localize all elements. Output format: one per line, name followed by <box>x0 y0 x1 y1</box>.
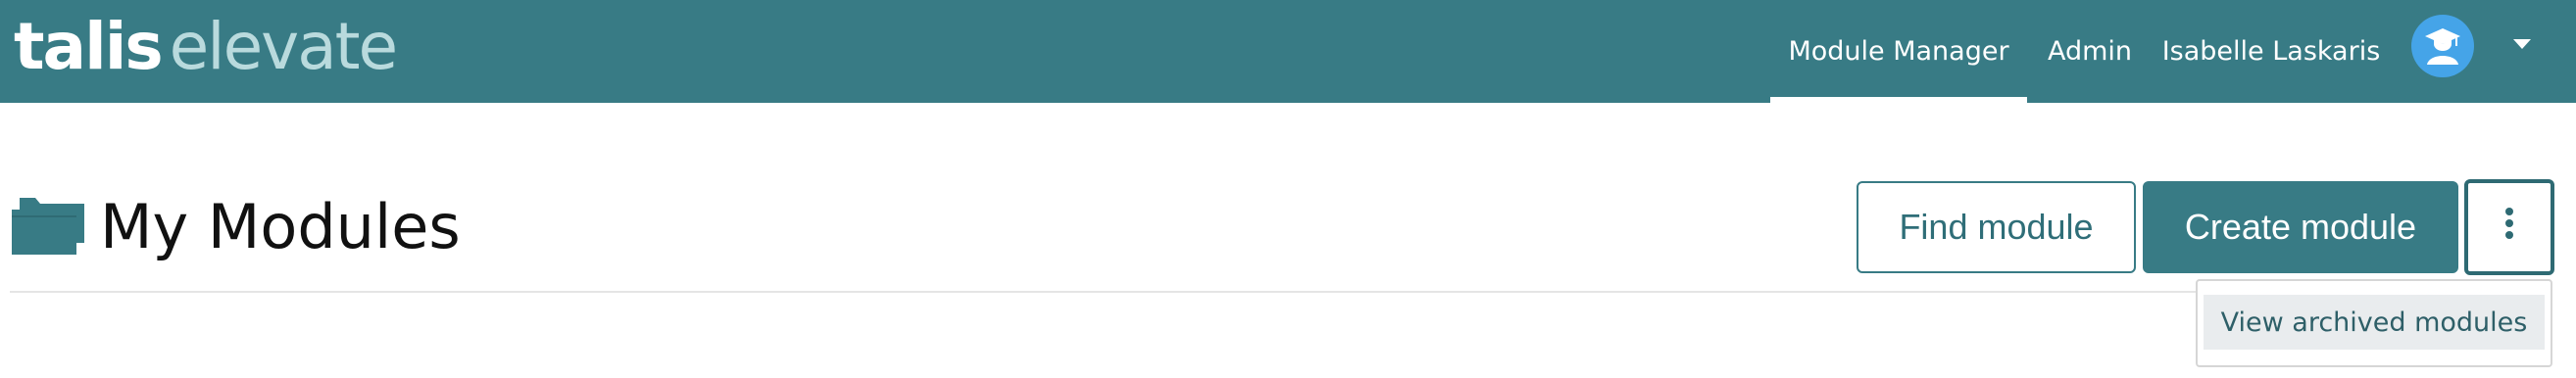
create-module-button[interactable]: Create module <box>2143 181 2458 273</box>
more-vertical-icon <box>2504 207 2514 249</box>
nav-user-name[interactable]: Isabelle Laskaris <box>2153 0 2390 103</box>
talis-elevate-logo[interactable]: talis elevate <box>14 8 399 86</box>
nav-admin[interactable]: Admin <box>2027 0 2153 103</box>
more-options-button[interactable] <box>2464 179 2554 275</box>
header-divider <box>10 291 2549 293</box>
logo-secondary-text: elevate <box>169 9 399 84</box>
more-options-dropdown: View archived modules <box>2196 279 2552 367</box>
nav-module-manager[interactable]: Module Manager <box>1770 0 2027 103</box>
folder-icon <box>10 196 86 261</box>
top-navigation-bar: talis elevate Module Manager Admin Isabe… <box>0 0 2576 103</box>
view-archived-modules-item[interactable]: View archived modules <box>2204 295 2545 350</box>
chevron-down-icon[interactable] <box>2505 33 2539 57</box>
find-module-button[interactable]: Find module <box>1857 181 2136 273</box>
logo-primary-text: talis <box>14 9 164 84</box>
graduate-user-icon[interactable] <box>2411 15 2474 77</box>
page-title: My Modules <box>100 191 461 262</box>
